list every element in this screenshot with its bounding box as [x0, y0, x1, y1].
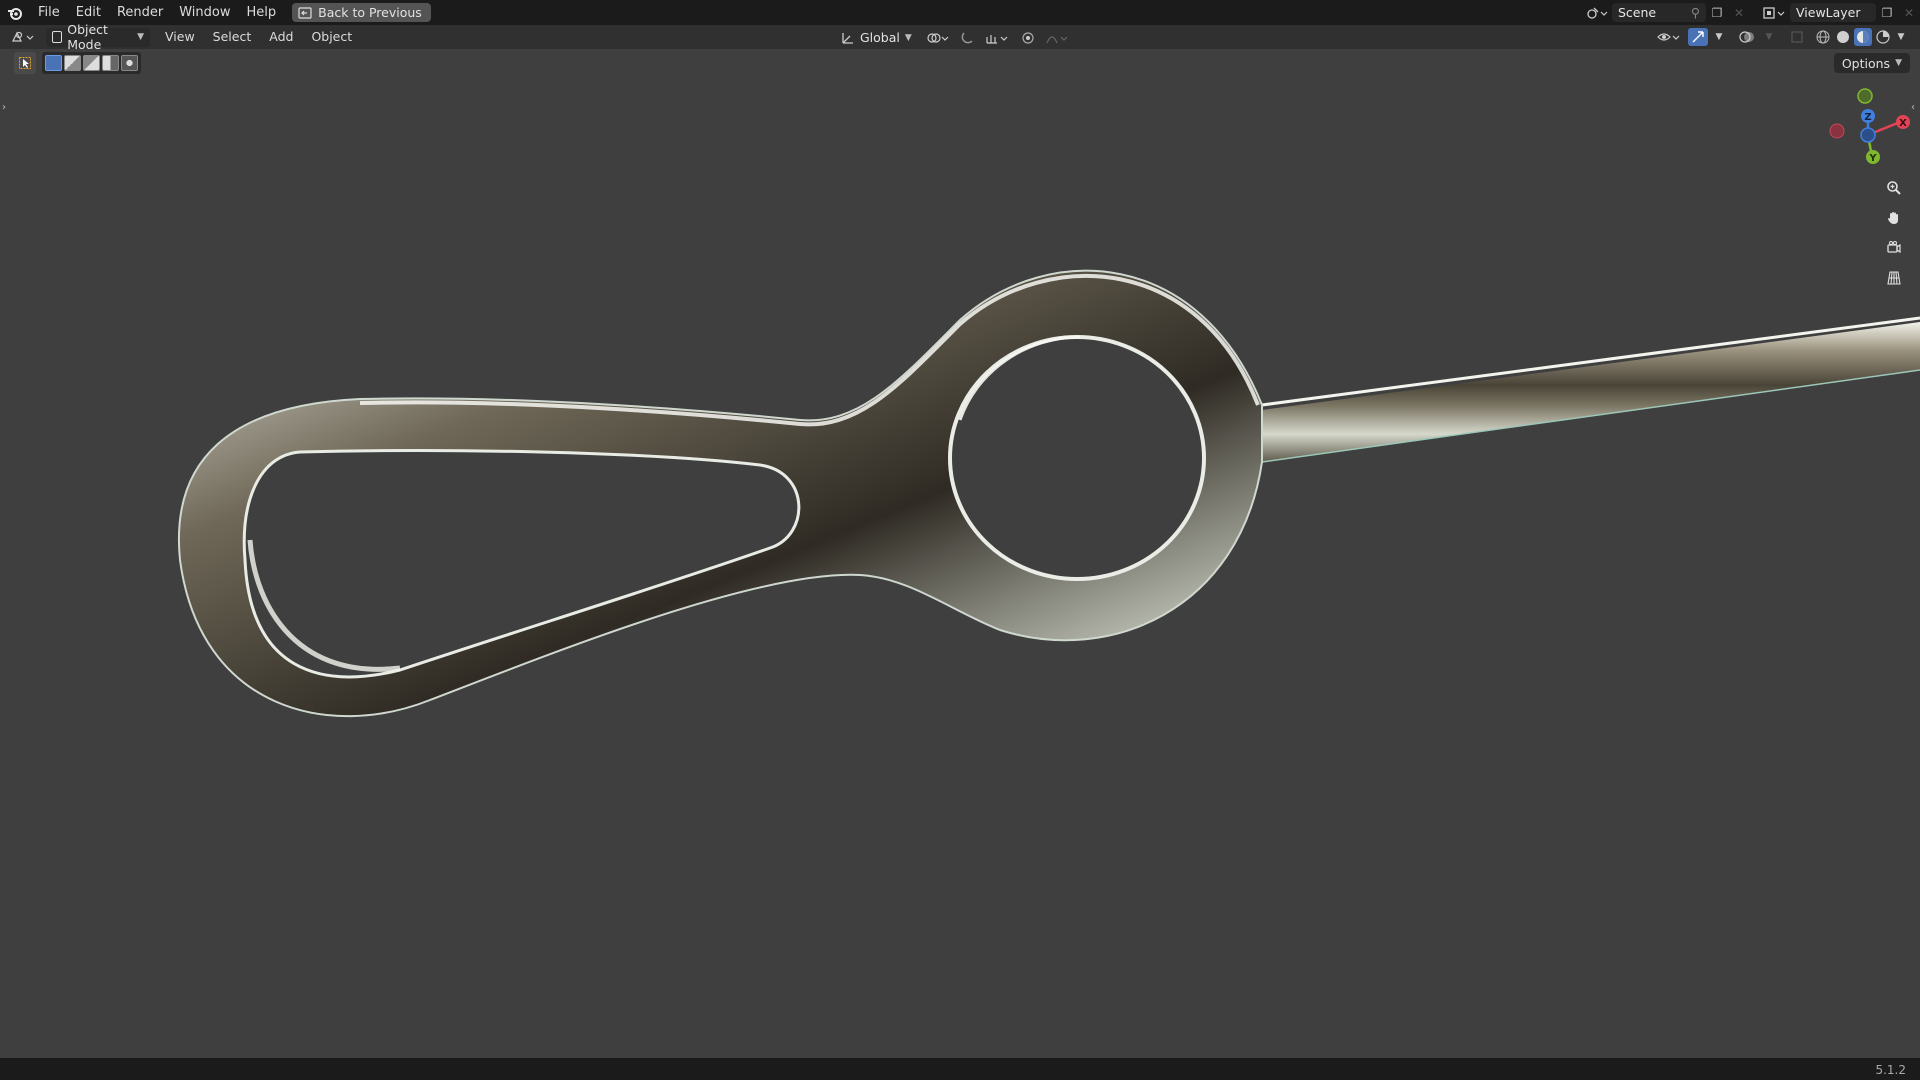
pivot-icon[interactable]	[924, 29, 952, 47]
rendered-icon[interactable]	[1874, 28, 1892, 46]
back-to-previous-label: Back to Previous	[318, 5, 422, 20]
view-layer-icon[interactable]	[1758, 3, 1790, 22]
version-label: 5.1.2	[1875, 1063, 1906, 1077]
new-scene-icon[interactable]: ❐	[1706, 3, 1728, 22]
orientation-icon	[842, 32, 853, 44]
scene-icon[interactable]	[1582, 3, 1612, 22]
gizmo-neg-y-icon[interactable]	[1857, 88, 1873, 104]
material-icon[interactable]	[1854, 28, 1872, 46]
viewport-menu: View Select Add Object	[156, 25, 361, 49]
menu-object[interactable]: Object	[302, 25, 361, 49]
viewport-header: Object Mode ▼ View Select Add Object Glo…	[0, 22, 1920, 52]
top-bar: File Edit Render Window Help Back to Pre…	[0, 0, 1920, 25]
scene-field[interactable]: Scene ⚲	[1612, 3, 1706, 22]
transform-controls: Global ▼	[835, 28, 1072, 47]
gizmo-y-label: Y	[1868, 153, 1877, 164]
back-to-previous-button[interactable]: Back to Previous	[292, 3, 431, 22]
navigation-tools	[1880, 172, 1914, 294]
gizmo-dropdown-icon[interactable]: ▼	[1712, 28, 1726, 46]
delete-view-layer-icon[interactable]: ✕	[1898, 3, 1920, 22]
ortho-grid-icon[interactable]	[1880, 264, 1908, 292]
view-layer-name: ViewLayer	[1796, 5, 1861, 20]
navigation-gizmo[interactable]: Z X Y	[1810, 83, 1916, 171]
view-layer-field[interactable]: ViewLayer	[1790, 3, 1876, 22]
top-bar-right: Scene ⚲ ❐ ✕ ViewLayer ❐ ✕	[1582, 0, 1920, 25]
object-mode-icon	[52, 31, 63, 43]
gizmo-neg-x-icon[interactable]	[1829, 123, 1845, 139]
overlay-dropdown-icon[interactable]: ▼	[1762, 28, 1776, 46]
overlay-icon[interactable]	[1736, 28, 1758, 46]
gizmo-icon[interactable]	[1688, 28, 1708, 46]
zoom-icon[interactable]	[1880, 174, 1908, 202]
visibility-icon[interactable]	[1656, 28, 1684, 46]
menu-file[interactable]: File	[30, 0, 68, 25]
viewport-shading-controls: ▼ ▼ ▼	[1656, 28, 1908, 46]
pan-icon[interactable]	[1880, 204, 1908, 232]
wire-hook-model[interactable]	[177, 269, 1920, 718]
menu-view[interactable]: View	[156, 25, 204, 49]
proportional-icon[interactable]	[1018, 29, 1038, 47]
pin-icon[interactable]: ⚲	[1691, 5, 1700, 20]
camera-icon[interactable]	[1880, 234, 1908, 262]
falloff-icon[interactable]	[1044, 29, 1072, 47]
snap-icon[interactable]	[958, 29, 978, 47]
status-bar: 5.1.2	[0, 1058, 1920, 1080]
menu-help[interactable]: Help	[239, 0, 285, 25]
new-view-layer-icon[interactable]: ❐	[1876, 3, 1898, 22]
shading-dropdown-icon[interactable]: ▼	[1894, 28, 1908, 46]
xray-icon[interactable]	[1786, 28, 1808, 46]
menu-add[interactable]: Add	[260, 25, 302, 49]
gizmo-x-label: X	[1899, 118, 1907, 129]
snap-target-icon[interactable]	[984, 29, 1012, 47]
delete-scene-icon[interactable]: ✕	[1728, 3, 1750, 22]
chevron-down-icon: ▼	[137, 32, 144, 42]
scene-name: Scene	[1618, 5, 1657, 20]
editor-type-icon[interactable]	[6, 28, 40, 46]
orientation-dropdown[interactable]: Global ▼	[835, 28, 918, 47]
menu-select[interactable]: Select	[204, 25, 261, 49]
viewport-canvas[interactable]	[0, 49, 1920, 1058]
blender-logo-icon[interactable]	[0, 0, 30, 25]
gizmo-z-label: Z	[1864, 112, 1871, 123]
orientation-label: Global	[860, 30, 900, 45]
gizmo-neg-z-icon[interactable]	[1860, 127, 1876, 143]
wireframe-icon[interactable]	[1814, 28, 1832, 46]
chevron-down-icon: ▼	[904, 32, 912, 43]
solid-icon[interactable]	[1834, 28, 1852, 46]
shading-modes: ▼	[1814, 28, 1908, 46]
back-icon	[298, 6, 312, 19]
mode-label: Object Mode	[67, 22, 108, 52]
menu-window[interactable]: Window	[171, 0, 238, 25]
mode-dropdown[interactable]: Object Mode ▼	[46, 22, 150, 52]
